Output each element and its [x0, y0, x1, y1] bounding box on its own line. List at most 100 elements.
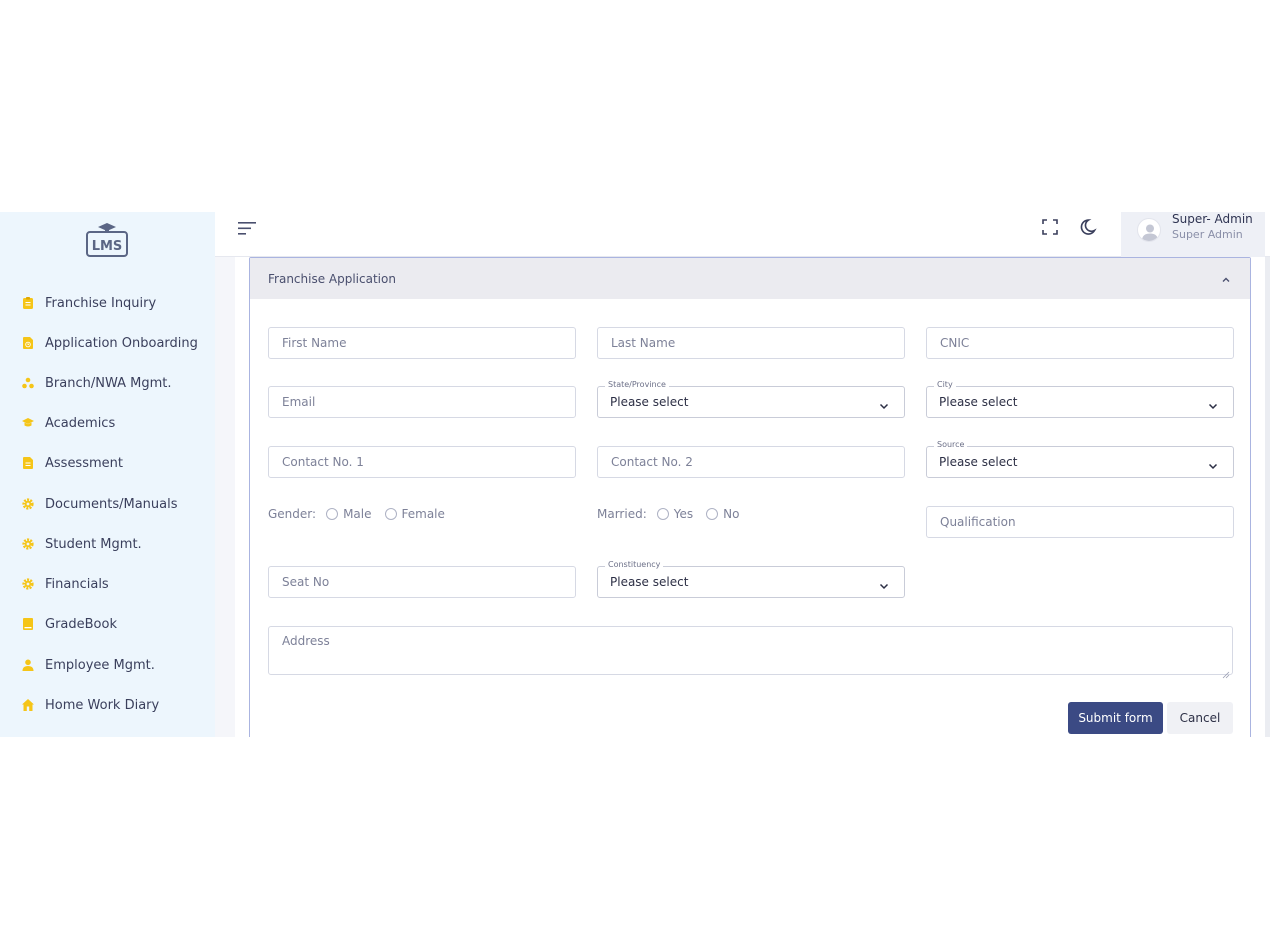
- chevron-down-icon: [1207, 457, 1219, 470]
- sidebar-item-label: Documents/Manuals: [45, 496, 178, 512]
- sidebar-item-assessment[interactable]: Assessment: [0, 448, 215, 478]
- constituency-select[interactable]: Constituency Please select: [597, 560, 905, 598]
- married-no-label[interactable]: No: [723, 507, 739, 521]
- card-title: Franchise Application: [268, 272, 396, 286]
- email-input[interactable]: [269, 387, 575, 417]
- qualification-field: [926, 506, 1234, 538]
- first-name-field: [268, 327, 576, 359]
- source-label: Source: [934, 440, 968, 449]
- sidebar-item-label: GradeBook: [45, 616, 117, 632]
- gender-male-radio[interactable]: [326, 508, 339, 520]
- married-yes-label[interactable]: Yes: [674, 507, 693, 521]
- avatar: [1137, 218, 1161, 242]
- card-header[interactable]: Franchise Application: [250, 258, 1250, 299]
- address-field: [268, 626, 1233, 679]
- user-name: Super- Admin: [1172, 212, 1253, 226]
- contact-2-input[interactable]: [598, 447, 904, 477]
- gender-radio-group: Gender: Male Female: [268, 505, 458, 523]
- sidebar-item-label: Application Onboarding: [45, 335, 198, 351]
- qualification-input[interactable]: [927, 507, 1233, 537]
- constituency-label: Constituency: [605, 560, 664, 569]
- home-icon: [22, 699, 34, 711]
- married-no-radio[interactable]: [706, 508, 719, 520]
- sidebar-item-home-work-diary[interactable]: Home Work Diary: [0, 690, 215, 720]
- address-textarea[interactable]: [269, 627, 1232, 674]
- sidebar-item-financials[interactable]: Financials: [0, 569, 215, 599]
- submit-form-button[interactable]: Submit form: [1068, 702, 1163, 734]
- sidebar-item-label: Home Work Diary: [45, 697, 160, 713]
- cancel-button[interactable]: Cancel: [1167, 702, 1233, 734]
- svg-text:LMS: LMS: [92, 239, 123, 254]
- resize-handle-icon[interactable]: [1222, 664, 1230, 679]
- seat-no-input[interactable]: [269, 567, 575, 597]
- last-name-field: [597, 327, 905, 359]
- franchise-application-card: Franchise Application State/Province: [249, 257, 1251, 737]
- sidebar-item-label: Financials: [45, 576, 109, 592]
- gear-icon: [22, 538, 34, 550]
- contact-1-input[interactable]: [269, 447, 575, 477]
- gender-label: Gender:: [268, 507, 317, 521]
- state-province-select[interactable]: State/Province Please select: [597, 380, 905, 418]
- app-window: LMS Franchise Inquiry Application Onboar…: [0, 212, 1270, 737]
- cnic-field: [926, 327, 1234, 359]
- source-select[interactable]: Source Please select: [926, 440, 1234, 478]
- dark-mode-moon-icon[interactable]: [1080, 217, 1100, 237]
- book-icon: [22, 618, 34, 630]
- sidebar-item-application-onboarding[interactable]: Application Onboarding: [0, 328, 215, 358]
- chevron-down-icon: [1207, 397, 1219, 410]
- sidebar-item-label: Student Mgmt.: [45, 536, 142, 552]
- contact-1-field: [268, 446, 576, 478]
- vertical-scrollbar[interactable]: [1265, 257, 1270, 737]
- contact-2-field: [597, 446, 905, 478]
- gender-female-label[interactable]: Female: [402, 507, 445, 521]
- sidebar-item-branch-nwa-mgmt[interactable]: Branch/NWA Mgmt.: [0, 368, 215, 398]
- file-icon: [22, 457, 34, 469]
- menu-toggle-icon[interactable]: [237, 219, 259, 241]
- sidebar-item-gradebook[interactable]: GradeBook: [0, 609, 215, 639]
- sidebar-item-label: Academics: [45, 415, 116, 431]
- graduation-cap-icon: [22, 417, 34, 429]
- document-clock-icon: [22, 337, 34, 349]
- sidebar-item-documents-manuals[interactable]: Documents/Manuals: [0, 489, 215, 519]
- gender-female-radio[interactable]: [384, 508, 397, 520]
- main-content: Franchise Application State/Province: [235, 257, 1265, 737]
- last-name-input[interactable]: [598, 328, 904, 358]
- fullscreen-icon[interactable]: [1040, 217, 1060, 237]
- sidebar-item-label: Employee Mgmt.: [45, 657, 155, 673]
- email-field: [268, 386, 576, 418]
- city-value: Please select: [939, 395, 1018, 409]
- sidebar-item-academics[interactable]: Academics: [0, 408, 215, 438]
- sidebar-item-franchise-inquiry[interactable]: Franchise Inquiry: [0, 288, 215, 318]
- lms-logo[interactable]: LMS: [84, 222, 130, 258]
- user-role: Super Admin: [1172, 228, 1243, 241]
- user-icon: [22, 659, 34, 671]
- city-label: City: [934, 380, 956, 389]
- state-province-value: Please select: [610, 395, 689, 409]
- source-value: Please select: [939, 455, 1018, 469]
- network-icon: [22, 377, 34, 389]
- sidebar: LMS Franchise Inquiry Application Onboar…: [0, 212, 215, 737]
- sidebar-item-label: Franchise Inquiry: [45, 295, 157, 311]
- gear-icon: [22, 578, 34, 590]
- first-name-input[interactable]: [269, 328, 575, 358]
- chevron-up-icon[interactable]: [1220, 271, 1232, 283]
- city-select[interactable]: City Please select: [926, 380, 1234, 418]
- chevron-down-icon: [878, 397, 890, 410]
- top-bar: Super- Admin Super Admin: [215, 212, 1270, 257]
- married-yes-radio[interactable]: [656, 508, 669, 520]
- gender-male-label[interactable]: Male: [343, 507, 371, 521]
- married-label: Married:: [597, 507, 647, 521]
- constituency-value: Please select: [610, 575, 689, 589]
- state-province-label: State/Province: [605, 380, 669, 389]
- user-profile-menu[interactable]: Super- Admin Super Admin: [1121, 212, 1265, 257]
- seat-no-field: [268, 566, 576, 598]
- sidebar-item-label: Branch/NWA Mgmt.: [45, 375, 172, 391]
- married-radio-group: Married: Yes No: [597, 505, 752, 523]
- chevron-down-icon: [878, 577, 890, 590]
- sidebar-item-student-mgmt[interactable]: Student Mgmt.: [0, 529, 215, 559]
- cnic-input[interactable]: [927, 328, 1233, 358]
- clipboard-icon: [22, 297, 34, 309]
- gear-icon: [22, 498, 34, 510]
- sidebar-item-label: Assessment: [45, 455, 123, 471]
- sidebar-item-employee-mgmt[interactable]: Employee Mgmt.: [0, 650, 215, 680]
